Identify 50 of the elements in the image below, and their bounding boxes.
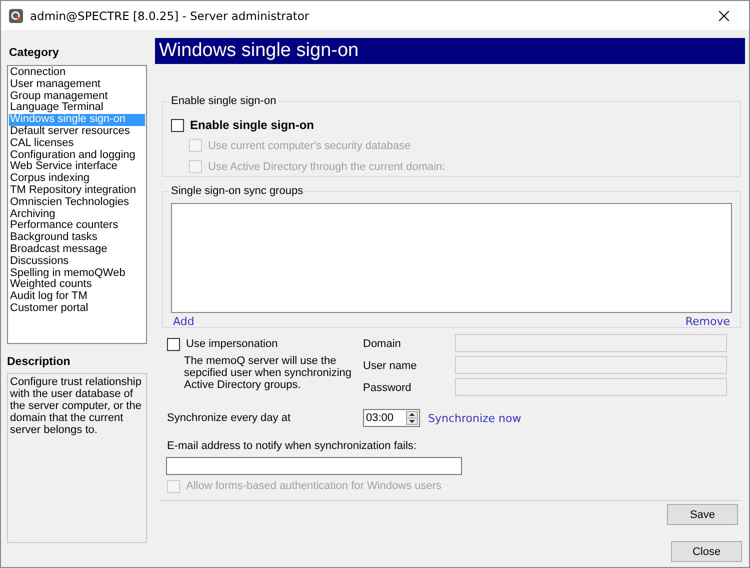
category-item[interactable]: Background tasks <box>9 232 145 244</box>
checkbox[interactable] <box>171 118 184 132</box>
category-item[interactable]: Weighted counts <box>9 279 145 292</box>
section-heading: Description <box>7 356 72 368</box>
time-field[interactable]: 03:00 <box>363 409 420 427</box>
category-item[interactable]: Customer portal <box>9 302 145 315</box>
spinner-arrows-icon[interactable] <box>406 411 418 425</box>
field-label: User name <box>363 359 418 372</box>
close-icon[interactable] <box>719 10 729 20</box>
app-icon <box>9 8 23 22</box>
group-title: Single sign-on sync groups <box>169 185 306 197</box>
category-item[interactable]: Configuration and logging <box>9 150 145 162</box>
checkbox-label: Use Active Directory through the current domain: <box>208 160 446 172</box>
category-item[interactable]: Archiving <box>9 208 145 220</box>
field-label: E-mail address to notify when synchronization fails: <box>167 440 418 452</box>
page-title: Windows single sign-on <box>155 38 745 64</box>
synchronize-now-link[interactable]: Synchronize now <box>428 412 522 424</box>
category-item[interactable]: Discussions <box>9 256 145 268</box>
category-item[interactable]: Web Service interface <box>9 161 145 174</box>
checkbox[interactable] <box>167 338 180 350</box>
category-item[interactable]: Group management <box>9 90 145 102</box>
category-item[interactable]: CAL licenses <box>9 138 145 150</box>
category-item[interactable]: Default server resources <box>9 126 145 138</box>
category-item[interactable]: TM Repository integration <box>9 184 145 197</box>
window-title: admin@SPECTRE [8.0.25] - Server administrator <box>30 8 310 22</box>
section-heading: Category <box>9 47 60 59</box>
category-item[interactable]: Spelling in memoQWeb <box>9 268 145 280</box>
save-button[interactable]: Save <box>667 504 738 525</box>
checkbox-label: Enable single sign-on <box>190 118 314 132</box>
field-label: Domain <box>363 337 402 350</box>
close-button[interactable]: Close <box>671 541 742 562</box>
category-item[interactable]: Performance counters <box>9 220 145 232</box>
category-item[interactable]: Audit log for TM <box>9 291 145 303</box>
email-field[interactable] <box>166 457 462 475</box>
category-item[interactable]: User management <box>9 78 145 91</box>
category-item[interactable]: Corpus indexing <box>9 173 145 185</box>
category-item[interactable]: Connection <box>9 67 145 79</box>
schedule-label: Synchronize every day at <box>167 412 292 424</box>
checkbox-label: Allow forms-based authentication for Windows users <box>186 480 442 492</box>
category-item[interactable]: Omniscien Technologies <box>9 196 145 209</box>
category-item[interactable]: Broadcast message <box>9 244 145 256</box>
checkbox-label: Use current computer's security database <box>208 140 411 152</box>
remove-link[interactable]: Remove <box>685 315 730 328</box>
add-link[interactable]: Add <box>173 315 194 328</box>
category-item[interactable]: Language Terminal <box>9 102 145 114</box>
description-text: Configure trust relationship with the user database of the server computer, or the domain that the current server belongs to. <box>10 376 142 436</box>
field-label: Password <box>363 381 412 394</box>
note-text: The memoQ server will use the sepcified user when synchronizing Active Directory groups. <box>183 355 353 391</box>
group-title: Enable single sign-on <box>169 95 278 107</box>
checkbox-label: Use impersonation <box>186 338 278 350</box>
